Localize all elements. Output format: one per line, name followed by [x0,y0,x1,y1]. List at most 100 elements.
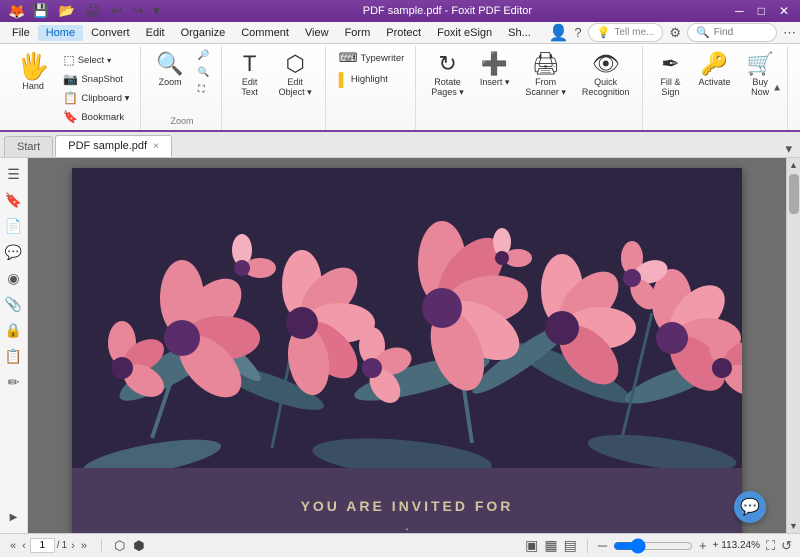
menu-form[interactable]: Form [337,25,379,41]
ribbon-group-fill-sign: ✒ Fill &Sign 🔑 Activate 🛒 BuyNow [645,46,787,130]
qa-undo-icon[interactable]: ↩ [108,2,125,20]
menu-foxit-esign[interactable]: Foxit eSign [429,25,500,41]
insert-button[interactable]: ➕ Insert ▾ [473,48,517,93]
zoom-in-status-icon[interactable]: + [699,538,707,553]
sidebar-attachments-icon[interactable]: 📎 [2,292,26,316]
total-pages-text: 1 [62,540,68,551]
menu-convert[interactable]: Convert [83,25,138,41]
tab-close-button[interactable]: × [153,141,159,152]
ribbon-settings-icon[interactable]: ⚙ [669,25,681,41]
chat-bubble-button[interactable]: 💬 [734,491,766,523]
sidebar-comments-icon[interactable]: 💬 [2,240,26,264]
view-single-icon[interactable]: ▣ [525,537,538,554]
close-button[interactable]: ✕ [776,4,792,18]
quick-recognition-button[interactable]: 👁 QuickRecognition [575,48,637,102]
last-page-button[interactable]: » [79,540,89,552]
tab-scroll-right-icon[interactable]: ▾ [781,141,796,157]
snapshot-button[interactable]: 📷 SnapShot [58,70,134,88]
fill-sign-label: Fill &Sign [660,77,680,97]
scroll-down-button[interactable]: ▼ [787,519,800,533]
user-account-icon[interactable]: 👤 [548,23,568,43]
clipboard-button[interactable]: 📋 Clipboard ▾ [58,89,134,107]
fit-page-icon[interactable]: ⬢ [133,538,144,554]
ribbon-collapse-icon[interactable]: ▲ [772,83,782,94]
sidebar-bookmarks-icon[interactable]: 🔖 [2,188,26,212]
select-chevron-icon: ▾ [107,56,111,65]
from-scanner-icon: 🖨 [532,53,560,75]
scroll-thumb[interactable] [789,174,799,214]
bookmark-icon: 🔖 [63,110,78,124]
zoom-button[interactable]: 🔍 Zoom [149,48,190,92]
bookmark-button[interactable]: 🔖 Bookmark [58,108,134,126]
sidebar-edit-icon[interactable]: ✏ [2,370,26,394]
rotate-view-icon[interactable]: ↺ [781,538,792,554]
sidebar-expand-icon[interactable]: ▶ [2,505,26,529]
activate-button[interactable]: 🔑 Activate [691,48,737,92]
scroll-track [787,172,800,519]
hand-button[interactable]: 🖐 Hand [10,48,56,96]
activate-label: Activate [698,77,730,87]
edit-object-label: EditObject ▾ [279,77,312,98]
sidebar-navigation-icon[interactable]: ☰ [2,162,26,186]
menu-comment[interactable]: Comment [233,25,297,41]
view-double-icon[interactable]: ▦ [544,537,557,554]
zoom-slider[interactable] [613,538,693,554]
typewriter-label: Typewriter [360,53,404,64]
buy-now-button[interactable]: 🛒 BuyNow [739,48,780,102]
help-icon[interactable]: ? [574,25,581,40]
select-icon: ⬚ [63,53,74,67]
select-button[interactable]: ⬚ Select ▾ [58,51,134,69]
title-bar: 🦊 💾 📂 🖨 ↩ ↪ ▾ PDF sample.pdf - Foxit PDF… [0,0,800,22]
zoom-in-button[interactable]: 🔎 [193,48,215,63]
menu-file[interactable]: File [4,25,38,41]
menu-organize[interactable]: Organize [173,25,234,41]
sidebar-forms-icon[interactable]: 📋 [2,344,26,368]
zoom-out-status-icon[interactable]: ─ [598,538,607,553]
status-right: ▣ ▦ ▤ ─ + + 113.24% ⛶ ↺ [525,537,792,554]
prev-page-button[interactable]: ‹ [20,540,28,552]
menu-share[interactable]: Sh... [500,25,539,41]
search-tell-me-icon: 💡 [597,26,611,39]
menu-edit[interactable]: Edit [138,25,173,41]
edit-text-button[interactable]: T EditText [230,48,270,102]
qa-save-icon[interactable]: 💾 [29,2,51,20]
rotate-pages-button[interactable]: ↻ RotatePages ▾ [424,48,471,103]
menu-view[interactable]: View [297,25,337,41]
next-page-button[interactable]: › [69,540,77,552]
tab-pdf-sample[interactable]: PDF sample.pdf × [55,135,172,157]
maximize-button[interactable]: □ [755,4,768,18]
scroll-up-button[interactable]: ▲ [787,158,800,172]
clipboard-label: Clipboard ▾ [81,93,129,104]
from-scanner-button[interactable]: 🖨 FromScanner ▾ [518,48,573,103]
zoom-in-icon: 🔎 [198,50,210,61]
qa-print-icon[interactable]: 🖨 [82,2,105,20]
menu-home[interactable]: Home [38,25,83,41]
menu-protect[interactable]: Protect [378,25,429,41]
qa-more-icon[interactable]: ▾ [150,2,163,20]
sidebar-pages-icon[interactable]: 📄 [2,214,26,238]
qa-redo-icon[interactable]: ↪ [129,2,146,20]
view-scroll-icon[interactable]: ▤ [564,537,577,554]
first-page-button[interactable]: « [8,540,18,552]
fit-window-icon[interactable]: ⛶ [766,538,775,554]
tab-start[interactable]: Start [4,136,53,157]
typewriter-button[interactable]: ⌨ Typewriter [334,48,410,68]
fill-sign-button[interactable]: ✒ Fill &Sign [651,48,689,102]
tab-bar: Start PDF sample.pdf × ▾ [0,132,800,158]
fit-page-button[interactable]: ⛶ [193,82,215,97]
find-input[interactable] [714,27,774,38]
activate-icon: 🔑 [701,53,728,75]
rotate-pages-label: RotatePages ▾ [431,77,464,98]
sidebar-layers-icon[interactable]: ◉ [2,266,26,290]
current-page-input[interactable] [30,538,55,553]
sidebar-security-icon[interactable]: 🔒 [2,318,26,342]
fit-width-icon[interactable]: ⬡ [114,538,125,554]
options-icon[interactable]: ⋯ [783,25,796,41]
qa-open-icon[interactable]: 📂 [56,2,78,20]
highlight-button[interactable]: ▌ Highlight [334,70,393,89]
insert-label: Insert ▾ [480,77,510,88]
zoom-out-icon: 🔍 [198,67,210,78]
zoom-out-button[interactable]: 🔍 [193,65,215,80]
minimize-button[interactable]: ─ [732,4,747,18]
edit-object-button[interactable]: ⬡ EditObject ▾ [272,48,319,103]
